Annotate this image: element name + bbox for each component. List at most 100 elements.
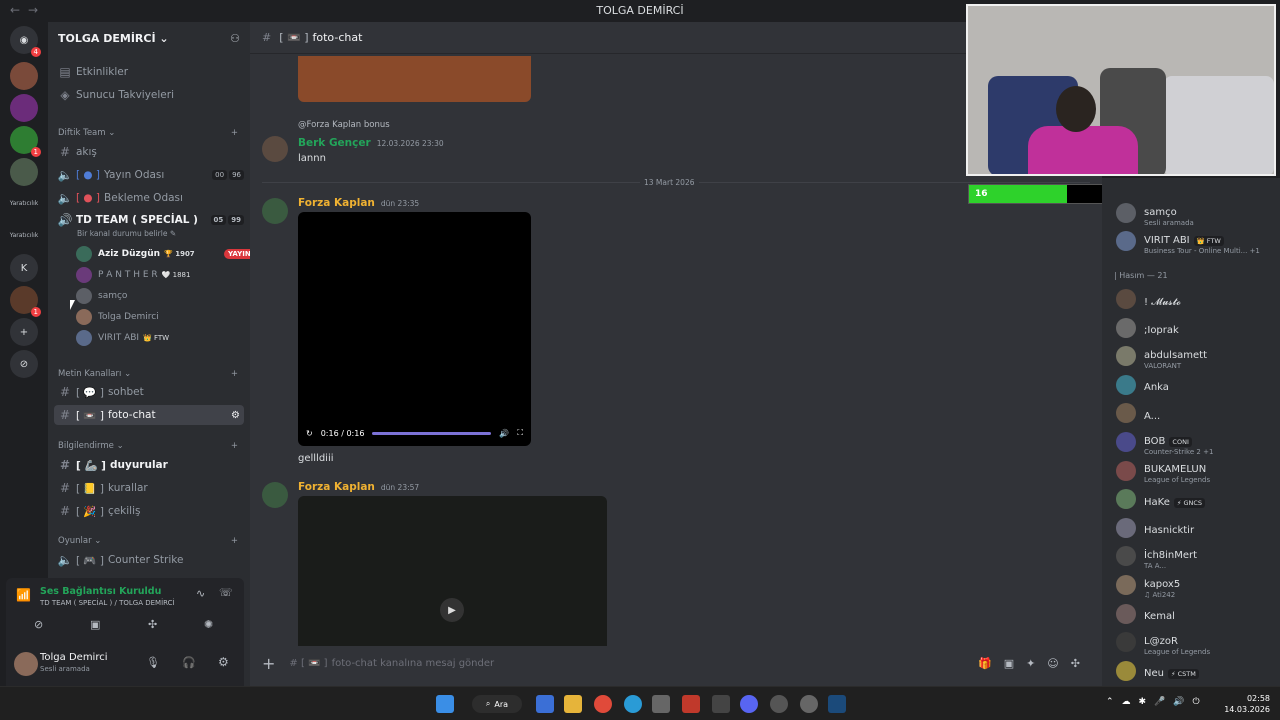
member-item[interactable]: HaKe ⚡ GNCS xyxy=(1116,488,1206,510)
add-member-icon[interactable]: ⚇ xyxy=(230,32,240,45)
category-metin-kanallari[interactable]: Metin Kanalları ⌄ + xyxy=(58,369,238,379)
member-item[interactable]: L@zoR League of Legends xyxy=(1116,631,1210,656)
avatar[interactable] xyxy=(262,198,288,224)
app-icon[interactable] xyxy=(712,695,730,713)
signal-icon[interactable]: 📶 xyxy=(16,588,31,602)
member-item[interactable]: BUKAMELUN League of Legends xyxy=(1116,460,1210,484)
app-icon[interactable] xyxy=(536,695,554,713)
discord-home-icon[interactable]: ◉ 4 xyxy=(10,26,41,57)
video-progress-bar[interactable] xyxy=(372,431,492,435)
image-attachment[interactable] xyxy=(298,56,531,102)
headphones-icon[interactable]: 🎧 xyxy=(182,656,196,669)
taskbar-search[interactable]: ⌕ Ara xyxy=(472,695,522,713)
steam-icon[interactable] xyxy=(828,695,846,713)
server-icon[interactable]: 1 xyxy=(10,126,41,157)
channel-duyurular[interactable]: #[ 🦾 ] duyurular xyxy=(54,455,244,475)
activities-icon[interactable]: ✣ xyxy=(148,618,157,631)
add-channel-icon[interactable]: + xyxy=(231,536,238,546)
member-item[interactable]: ! 𝓜𝓾𝓼𝓽𝓸 xyxy=(1116,288,1181,310)
member-item[interactable]: kapox5 ♫ Ati242 xyxy=(1116,574,1180,599)
member-item[interactable]: Anka xyxy=(1116,374,1169,396)
add-channel-icon[interactable]: + xyxy=(231,128,238,138)
message-placeholder[interactable]: foto-chat kanalına mesaj gönder xyxy=(332,658,495,669)
add-attachment-icon[interactable]: + xyxy=(262,654,275,673)
category-bilgilendirme[interactable]: Bilgilendirme ⌄ + xyxy=(58,441,238,451)
channel-yayin-odasi[interactable]: 🔈[ ● ] Yayın Odası 00 96 xyxy=(54,165,244,185)
server-label[interactable]: Yaratıcılık xyxy=(2,232,46,239)
replay-icon[interactable]: ↻ xyxy=(306,429,313,438)
reply-reference[interactable]: @Forza Kaplan bonus xyxy=(298,120,390,130)
soundboard-icon[interactable]: ✺ xyxy=(204,618,213,631)
server-icon[interactable] xyxy=(10,62,38,90)
video-player[interactable]: ↻ 0:16 / 0:16 🔊 ⛶ xyxy=(298,212,531,446)
add-server-icon[interactable]: + xyxy=(10,318,38,346)
channel-sohbet[interactable]: #[ 💬 ] sohbet xyxy=(54,382,244,402)
edge-icon[interactable] xyxy=(624,695,642,713)
channel-bekleme-odasi[interactable]: 🔈[ ● ] Bekleme Odası xyxy=(54,188,244,208)
channel-kurallar[interactable]: #[ 📒 ] kurallar xyxy=(54,478,244,498)
member-item[interactable]: VIRIT ABI 👑 FTW Business Tour - Online Mul… xyxy=(1116,230,1260,255)
avatar[interactable] xyxy=(14,652,38,676)
voice-user[interactable]: Aziz Düzgün 🏆 1907 YAYINDA xyxy=(76,244,266,264)
discover-icon[interactable]: ⊘ xyxy=(10,350,38,378)
server-k[interactable]: K xyxy=(10,254,38,282)
server-label[interactable]: Yaratıcılık xyxy=(2,200,46,207)
noise-icon[interactable]: ∿ xyxy=(196,587,205,600)
screen-share-icon[interactable]: ▣ xyxy=(90,618,100,631)
channel-foto-chat[interactable]: #[ 📼 ] foto-chat ⚙ xyxy=(54,405,244,425)
settings-icon[interactable] xyxy=(800,695,818,713)
member-item[interactable]: İch8inMert TA A... xyxy=(1116,545,1197,570)
channel-counter-strike[interactable]: 🔈[ 🎮 ] Counter Strike xyxy=(54,550,244,570)
events-item[interactable]: ▤ Etkinlikler xyxy=(54,62,244,82)
message-input-bar[interactable]: + # [ 📼 ] foto-chat kanalına mesaj gönde… xyxy=(262,648,1092,678)
member-item[interactable]: samço Sesli aramada xyxy=(1116,202,1194,227)
obs-icon[interactable] xyxy=(770,695,788,713)
member-item[interactable]: ;Ioprak xyxy=(1116,317,1179,339)
add-channel-icon[interactable]: + xyxy=(231,369,238,379)
windows-taskbar: ⌕ Ara ⌃☁✱🎤🔊⏻ 02:58 14.03.2026 xyxy=(0,686,1280,720)
boosts-item[interactable]: ◈ Sunucu Takviyeleri xyxy=(54,85,244,105)
member-item[interactable]: Neu ⚡ CSTM xyxy=(1116,660,1199,682)
category-diftik-team[interactable]: Diftik Team ⌄ + xyxy=(58,128,238,138)
file-explorer-icon[interactable] xyxy=(564,695,582,713)
avatar[interactable] xyxy=(262,482,288,508)
clock[interactable]: 02:58 14.03.2026 xyxy=(1224,693,1270,715)
member-item[interactable]: A... xyxy=(1116,402,1160,424)
volume-icon[interactable]: 🔊 xyxy=(499,429,509,438)
camera-off-icon[interactable]: ⊘ xyxy=(34,618,43,631)
chrome-icon[interactable] xyxy=(594,695,612,713)
voice-user[interactable]: Tolga Demirci xyxy=(76,307,159,327)
member-item[interactable]: BOB CONI Counter-Strike 2 +1 xyxy=(1116,431,1213,456)
store-icon[interactable] xyxy=(652,695,670,713)
speaker-icon: 🔈 xyxy=(57,191,73,205)
play-icon[interactable]: ▶ xyxy=(440,598,464,622)
add-channel-icon[interactable]: + xyxy=(231,441,238,451)
member-item[interactable]: Hasnicktir xyxy=(1116,517,1194,539)
voice-user[interactable]: VIRIT ABI 👑 FTW xyxy=(76,328,169,348)
channel-cekilis[interactable]: #[ 🎉 ] çekiliş xyxy=(54,501,244,521)
channel-status[interactable]: Bir kanal durumu belirle ✎ xyxy=(77,229,176,238)
mic-icon[interactable]: 🎙 xyxy=(146,656,160,669)
server-icon[interactable] xyxy=(10,94,38,122)
start-icon[interactable] xyxy=(436,695,454,713)
member-item[interactable]: abdulsamett VALORANT xyxy=(1116,345,1207,370)
category-oyunlar[interactable]: Oyunlar ⌄ + xyxy=(58,536,238,546)
disconnect-icon[interactable]: ☏ xyxy=(219,586,233,599)
server-name[interactable]: TOLGA DEMİRCİ ⌄ ⚇ xyxy=(48,22,250,54)
channel-td-team[interactable]: 🔊 TD TEAM ( SPECİAL ) 05 99 xyxy=(54,210,244,230)
settings-gear-icon[interactable]: ⚙ xyxy=(231,410,244,421)
user-settings-icon[interactable]: ⚙ xyxy=(218,655,229,669)
avatar[interactable] xyxy=(262,136,288,162)
voice-user[interactable]: samço xyxy=(76,286,127,306)
voice-user[interactable]: P A N T H E R 🤍 1881 xyxy=(76,265,190,285)
server-icon[interactable] xyxy=(10,158,38,186)
server-icon[interactable]: 1 xyxy=(10,286,41,317)
channel-akis[interactable]: # akış xyxy=(54,142,244,162)
tray-icons[interactable]: ⌃☁✱🎤🔊⏻ xyxy=(1106,697,1208,707)
video-thumbnail[interactable]: ▶ xyxy=(298,496,607,646)
fullscreen-icon[interactable]: ⛶ xyxy=(517,428,523,438)
discord-icon[interactable] xyxy=(740,695,758,713)
app-icon[interactable] xyxy=(682,695,700,713)
input-toolbar-icons[interactable]: 🎁▣✦☺✣ xyxy=(978,657,1092,670)
member-item[interactable]: Kemal xyxy=(1116,603,1175,625)
